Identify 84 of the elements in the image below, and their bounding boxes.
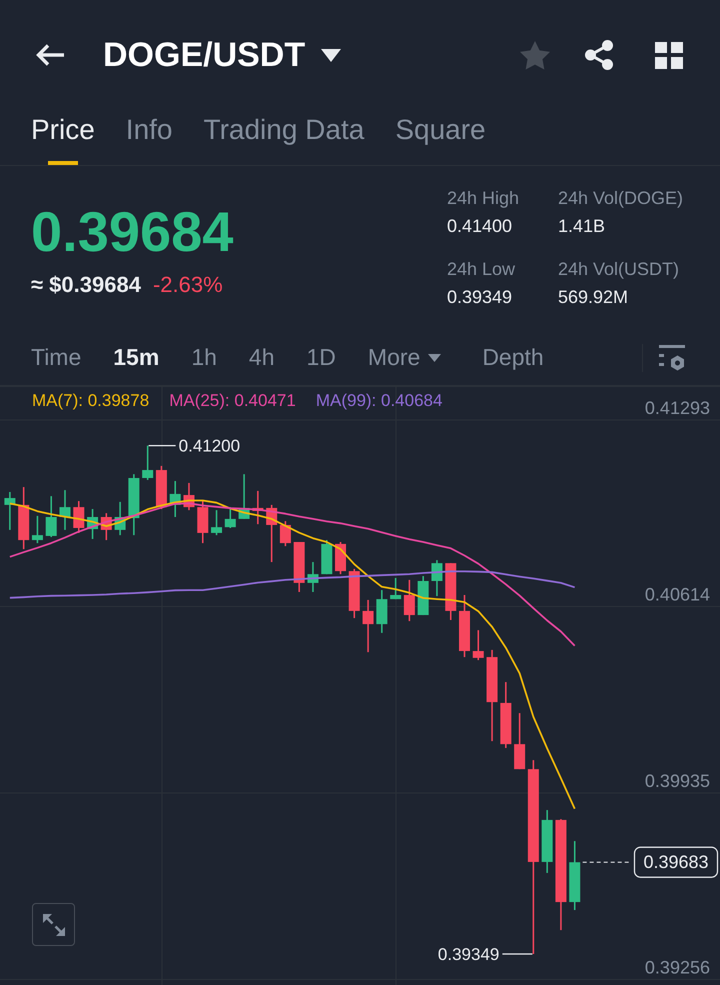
bearish-candle (459, 595, 470, 658)
bearish-candle (280, 521, 291, 546)
bullish-candle (4, 492, 16, 530)
bearish-candle (266, 504, 278, 562)
bullish-candle (60, 490, 70, 530)
section-tab[interactable]: Trading Data (204, 116, 364, 165)
leader-line (148, 445, 176, 446)
stat-value: 1.41B (558, 215, 606, 237)
moving-average-legend: MA(99): 0.40684 (316, 390, 442, 412)
bullish-candle (224, 507, 236, 528)
bullish-candle (32, 516, 43, 544)
low-price-label: 0.39349 (438, 944, 500, 964)
bullish-candle (46, 496, 57, 538)
price-axis-label: 0.40614 (644, 584, 710, 605)
bearish-candle (197, 501, 208, 544)
bearish-candle (252, 490, 264, 524)
price-axis-label: 0.41293 (644, 398, 710, 418)
moving-average-legend: MA(7): 0.39878 (32, 390, 150, 412)
bearish-candle (472, 630, 484, 660)
stat-label: 24h Vol(DOGE) (558, 187, 684, 209)
interval-tab[interactable]: 1D (306, 346, 336, 369)
interval-tab[interactable]: 4h (248, 346, 274, 369)
bullish-candle (431, 560, 442, 596)
price-change: -2.63% (152, 272, 223, 298)
bearish-candle (514, 713, 526, 770)
bullish-candle (307, 562, 318, 592)
bullish-candle (238, 474, 250, 519)
price-axis-label: 0.39256 (644, 958, 710, 978)
bearish-candle (183, 482, 194, 510)
stat-label: 24h Low (447, 258, 516, 280)
bullish-candle (211, 510, 222, 536)
stat-value: 569.92M (558, 286, 630, 308)
bullish-candle (87, 509, 98, 539)
bearish-candle (445, 563, 456, 620)
interval-tab[interactable]: Time (31, 346, 82, 369)
leader-line (502, 953, 532, 955)
bearish-candle (335, 542, 346, 574)
back-arrow-icon[interactable] (35, 43, 65, 67)
bullish-candle (390, 578, 402, 600)
bullish-candle (170, 481, 181, 517)
price-axis-label: 0.39935 (644, 771, 710, 792)
stat-value: 0.39349 (447, 286, 514, 308)
interval-tab[interactable]: Depth (482, 346, 544, 369)
bearish-candle (500, 682, 512, 748)
caret-icon[interactable] (321, 48, 342, 62)
stat-label: 24h High (447, 187, 520, 209)
share-icon[interactable] (585, 40, 613, 70)
last-price-tag: 0.39683 (634, 846, 718, 878)
bullish-candle (128, 474, 140, 536)
bearish-candle (100, 513, 112, 540)
bullish-candle (569, 841, 580, 910)
section-tab[interactable]: Price (31, 116, 95, 165)
pair-title[interactable]: DOGE/USDT (103, 38, 306, 72)
usd-price: ≈ $0.39684 (31, 272, 141, 298)
bullish-candle (418, 576, 429, 616)
chart-settings-icon[interactable] (659, 344, 685, 370)
bearish-candle (348, 568, 360, 618)
high-price-label: 0.41200 (178, 436, 240, 456)
expand-button[interactable] (32, 903, 75, 946)
bearish-candle (18, 487, 30, 550)
bearish-candle (294, 542, 305, 592)
interval-tab[interactable]: 1h (191, 346, 217, 369)
bullish-candle (142, 446, 154, 480)
bearish-candle (73, 501, 84, 533)
caret-icon (428, 354, 442, 362)
star-icon[interactable] (520, 40, 550, 70)
interval-tab[interactable]: 15m (113, 346, 160, 369)
interval-dropdown[interactable]: More (368, 346, 442, 369)
stat-value: 0.41400 (447, 215, 514, 237)
stat-label: 24h Vol(USDT) (558, 258, 680, 280)
bearish-candle (404, 580, 415, 622)
bullish-candle (114, 502, 126, 536)
section-tab[interactable]: Info (126, 116, 172, 165)
bullish-candle (376, 590, 388, 633)
bearish-candle (156, 466, 167, 510)
bullish-candle (321, 540, 332, 574)
expand-icon (42, 912, 66, 936)
price-line (582, 862, 630, 863)
moving-average-legend: MA(25): 0.40471 (169, 390, 296, 412)
grid-icon[interactable] (655, 42, 683, 68)
section-tab[interactable]: Square (395, 116, 486, 165)
bullish-candle (542, 810, 553, 873)
bearish-candle (362, 600, 374, 652)
last-price: 0.39684 (31, 204, 234, 260)
